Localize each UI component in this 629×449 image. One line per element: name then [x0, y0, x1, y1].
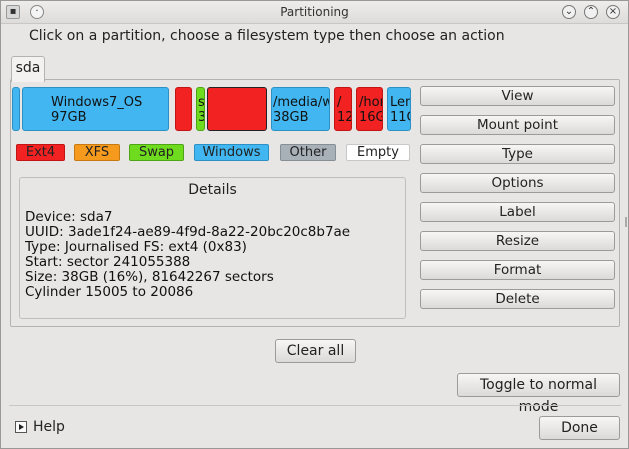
partition-segment[interactable] [12, 87, 20, 131]
partition-segment[interactable]: /media/w 38GB [271, 87, 330, 131]
tab-sda[interactable]: sda [11, 56, 45, 82]
close-icon[interactable]: × [606, 5, 620, 19]
detail-type: Type: Journalised FS: ext4 (0x83) [25, 239, 247, 255]
detail-cylinder: Cylinder 15005 to 20086 [25, 284, 194, 300]
resize-button[interactable]: Resize [420, 231, 615, 251]
resize-grip[interactable] [625, 217, 627, 227]
done-button[interactable]: Done [539, 416, 620, 440]
delete-button[interactable]: Delete [420, 289, 615, 309]
partitioning-window: ▪ · Partitioning ⌄ ⌃ × Click on a partit… [0, 0, 629, 449]
title-bar: ▪ · Partitioning ⌄ ⌃ × [1, 1, 628, 24]
partition-segment[interactable]: s3 [196, 87, 205, 131]
legend-xfs[interactable]: XFS [74, 144, 120, 161]
legend-windows[interactable]: Windows [194, 144, 269, 161]
toggle-normal-mode-button[interactable]: Toggle to normal mode [457, 373, 620, 415]
options-button[interactable]: Options [420, 173, 615, 193]
legend-swap[interactable]: Swap [129, 144, 184, 161]
partition-segment[interactable]: /hor 16G [356, 87, 383, 131]
details-title: Details [188, 182, 237, 198]
type-button[interactable]: Type [420, 144, 615, 164]
label-button[interactable]: Label [420, 202, 615, 222]
chevron-down-icon[interactable]: ⌄ [562, 5, 576, 19]
detail-start: Start: sector 241055388 [25, 254, 191, 270]
detail-device: Device: sda7 [25, 209, 113, 225]
legend-other[interactable]: Other [280, 144, 336, 161]
format-button[interactable]: Format [420, 260, 615, 280]
detail-size: Size: 38GB (16%), 81642267 sectors [25, 269, 274, 285]
detail-uuid: UUID: 3ade1f24-ae89-4f9d-8a22-20bc20c8b7… [25, 224, 351, 240]
legend-empty[interactable]: Empty [346, 144, 410, 161]
legend-ext4[interactable]: Ext4 [16, 144, 65, 161]
details-box: Details Device: sda7 UUID: 3ade1f24-ae89… [19, 177, 406, 319]
window-title: Partitioning [280, 5, 349, 19]
partition-segment[interactable] [175, 87, 192, 131]
instruction-text: Click on a partition, choose a filesyste… [29, 28, 505, 44]
partition-segment[interactable]: Windows7_OS 97GB [22, 87, 169, 131]
chevron-up-icon[interactable]: ⌃ [584, 5, 598, 19]
mount-point-button[interactable]: Mount point [420, 115, 615, 135]
partition-segment[interactable]: Len11C [387, 87, 411, 131]
clear-all-button[interactable]: Clear all [275, 339, 356, 363]
partition-segment-selected[interactable] [207, 87, 267, 131]
help-label[interactable]: Help [33, 419, 65, 435]
view-button[interactable]: View [420, 86, 615, 106]
separator [9, 405, 621, 406]
partition-segment[interactable]: /12 [334, 87, 352, 131]
help-expand-icon[interactable] [15, 421, 27, 433]
